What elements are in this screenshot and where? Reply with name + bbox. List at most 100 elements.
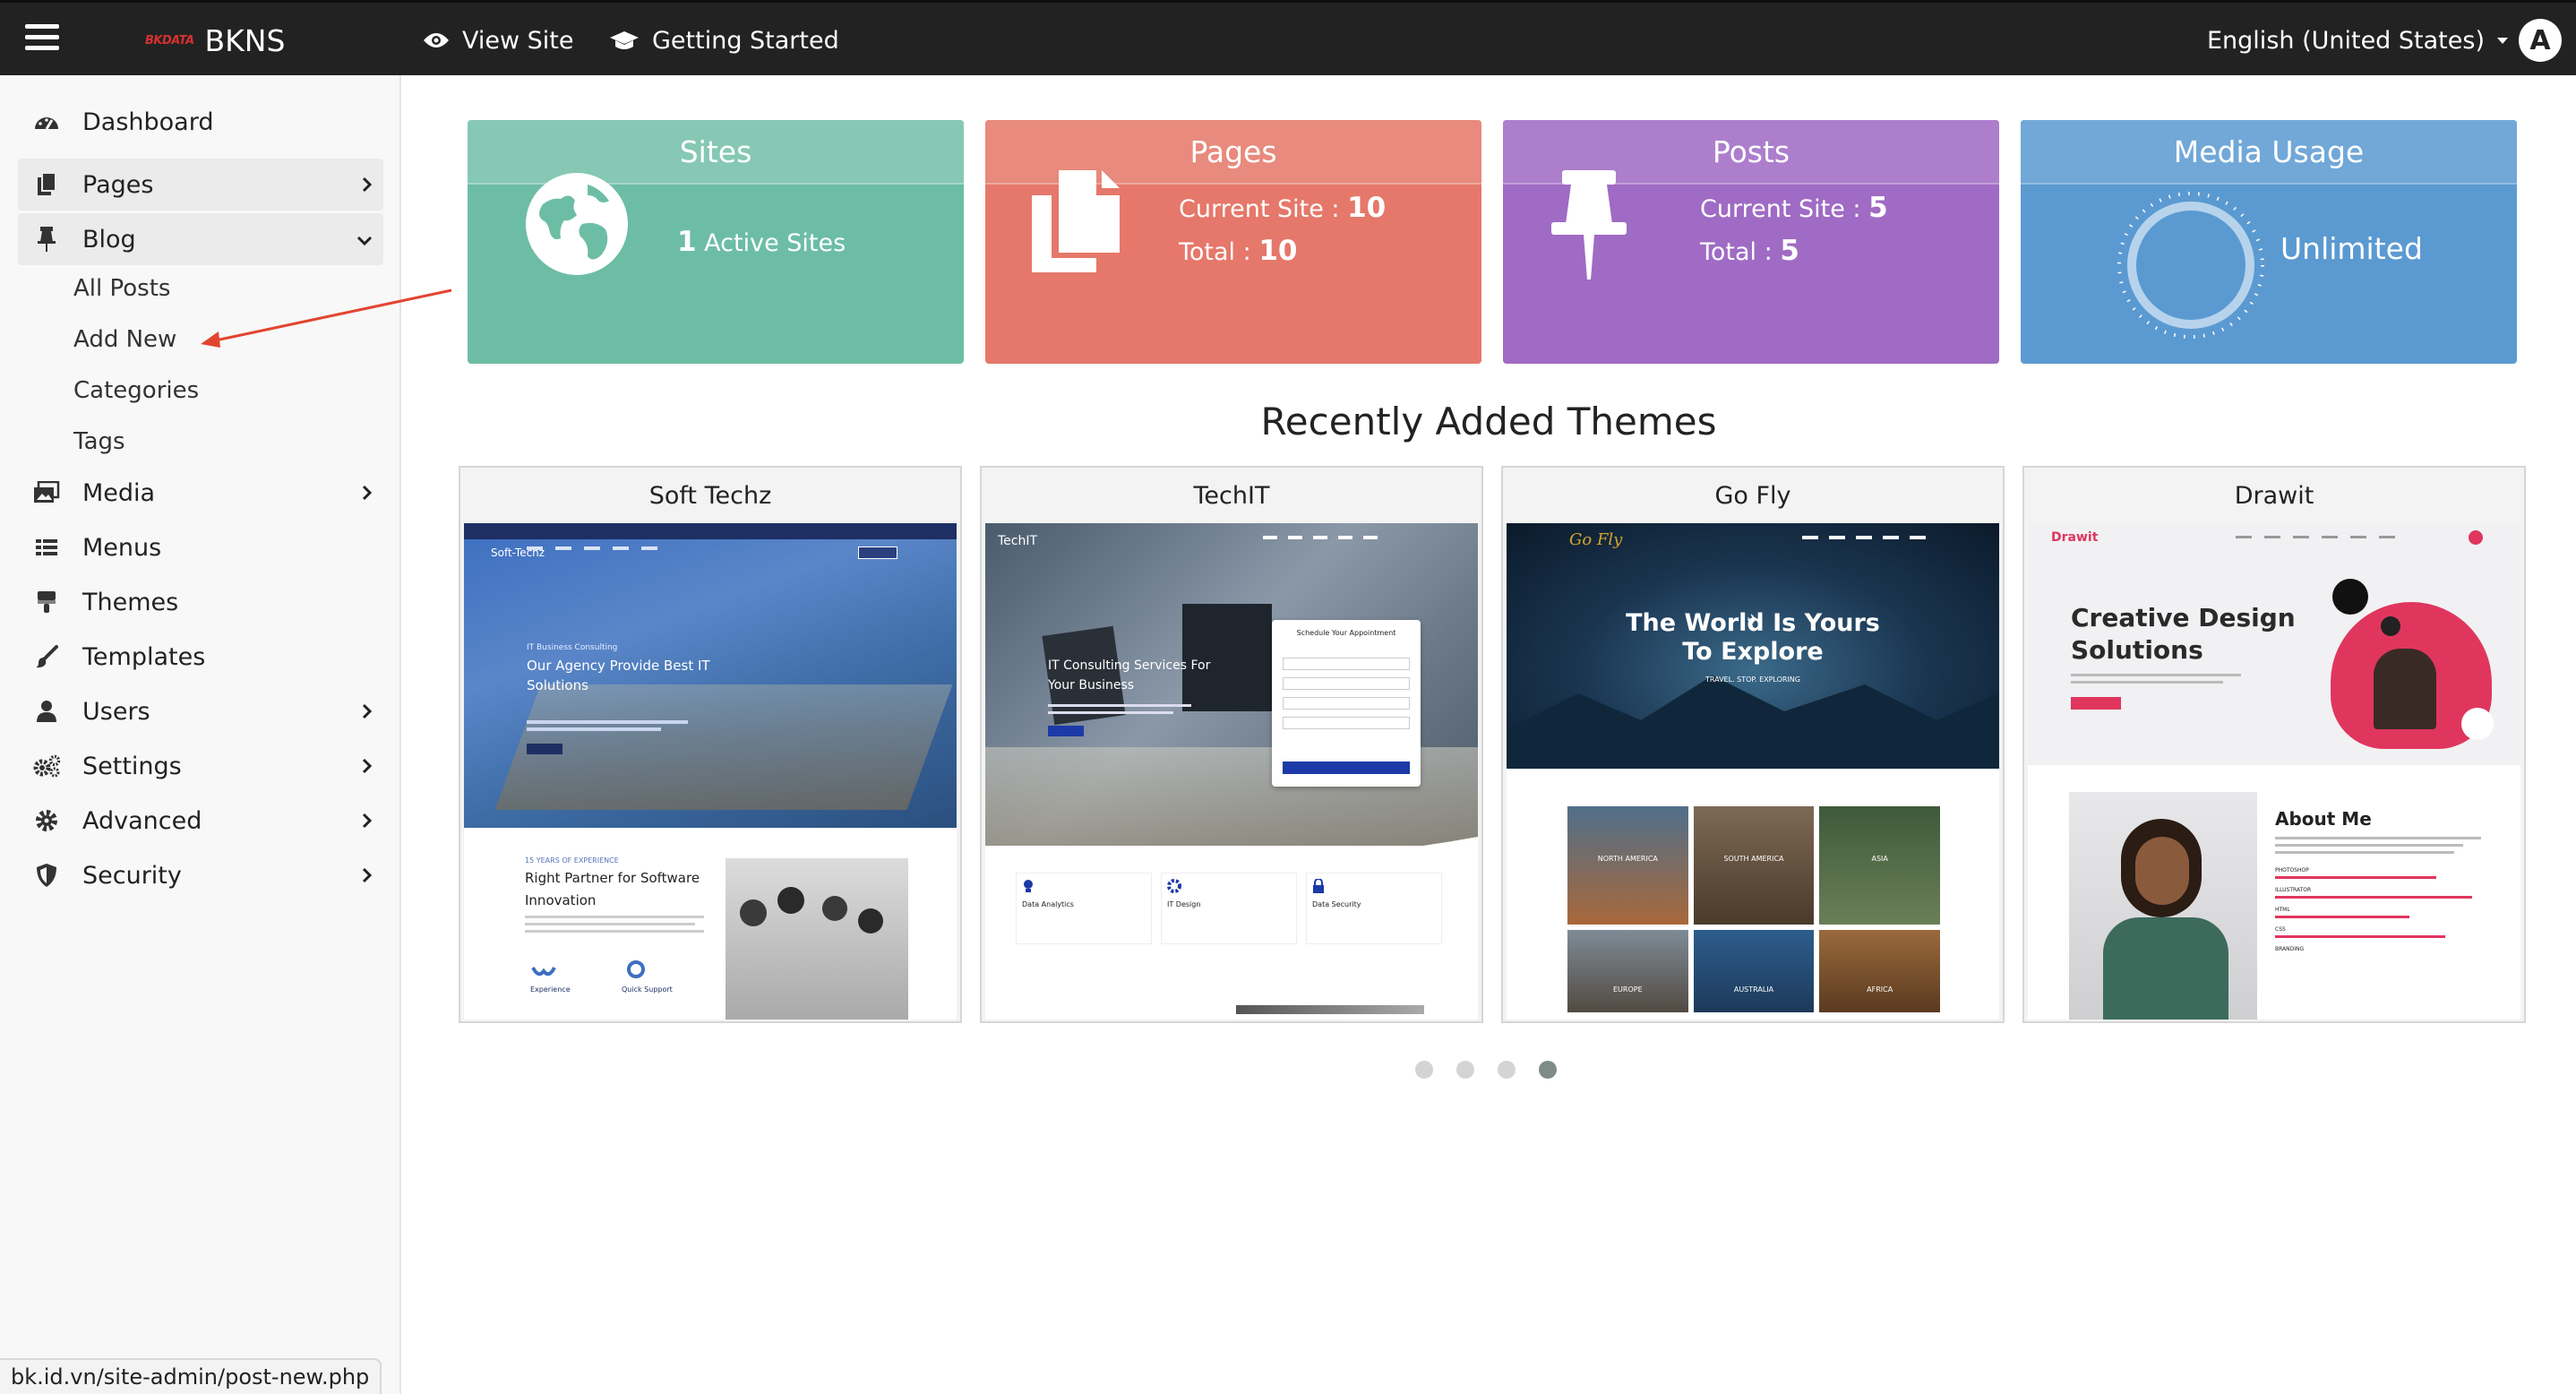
top-navbar: BKDATA BKNS View Site Getting Started En… xyxy=(0,0,2576,75)
sidebar-item-label: Themes xyxy=(82,588,179,616)
user-icon xyxy=(30,695,63,727)
sidebar-sub-all-posts[interactable]: All Posts xyxy=(73,269,170,308)
posts-total-label: Total : xyxy=(1700,238,1781,266)
theme-feature-2: Quick Support xyxy=(622,985,673,994)
pages-total-text: Total : 10 xyxy=(1179,235,1297,267)
view-site-link[interactable]: View Site xyxy=(423,21,574,60)
brush-icon xyxy=(30,641,63,673)
sidebar-item-templates[interactable]: Templates xyxy=(18,631,383,683)
carousel-dot-active[interactable] xyxy=(1539,1061,1557,1079)
sidebar-item-settings[interactable]: Settings xyxy=(18,740,383,792)
theme-feature-2: IT Design xyxy=(1167,900,1201,908)
theme-hero-text: IT Consulting Services For Your Business xyxy=(1048,658,1211,693)
sidebar-item-label: Media xyxy=(82,478,156,507)
shield-icon xyxy=(30,859,63,891)
sidebar-sub-categories[interactable]: Categories xyxy=(73,371,199,410)
user-avatar[interactable]: A xyxy=(2519,19,2562,62)
sidebar-item-dashboard[interactable]: Dashboard xyxy=(18,96,383,148)
sidebar-item-label: Users xyxy=(82,697,150,726)
theme-preview: Soft-Techz IT Business Consulting Our Ag… xyxy=(464,523,957,1020)
theme-card-soft-techz[interactable]: Soft Techz Soft-Techz IT Business Consul… xyxy=(459,466,962,1023)
pages-total-label: Total : xyxy=(1179,238,1259,266)
dashboard-icon xyxy=(30,106,63,138)
sidebar-item-pages[interactable]: Pages xyxy=(18,159,383,211)
theme-hero-text: Creative Design Solutions xyxy=(2071,603,2296,665)
sidebar-item-media[interactable]: Media xyxy=(18,467,383,519)
about-heading: About Me xyxy=(2275,808,2372,830)
sites-card[interactable]: Sites 1 Active Sites xyxy=(468,120,964,364)
language-dropdown[interactable]: English (United States) xyxy=(2207,21,2508,60)
place-label: AFRICA xyxy=(1867,985,1893,994)
theme-card-techit[interactable]: TechIT TechIT IT Consulting Services For… xyxy=(980,466,1483,1023)
theme-tag: IT Business Consulting xyxy=(527,643,618,652)
sidebar-item-label: Advanced xyxy=(82,806,202,835)
theme-logo: TechIT xyxy=(998,534,1038,548)
theme-title: TechIT xyxy=(1193,481,1270,510)
posts-card[interactable]: Posts Current Site : 5 Total : 5 xyxy=(1503,120,1999,364)
posts-current-text: Current Site : 5 xyxy=(1700,192,1888,224)
eye-icon xyxy=(424,33,449,47)
sidebar-item-label: Templates xyxy=(82,642,206,671)
appointment-form: Schedule Your Appointment xyxy=(1272,620,1421,787)
menu-list-icon xyxy=(30,531,63,564)
sidebar-sub-tags[interactable]: Tags xyxy=(73,422,125,461)
theme-preview: TechIT IT Consulting Services For Your B… xyxy=(985,523,1478,1020)
carousel-dot[interactable] xyxy=(1498,1061,1516,1079)
theme-hero-text: The World Is Yours To Explore xyxy=(1626,609,1880,666)
usage-gauge-icon xyxy=(2117,192,2264,339)
pin-icon xyxy=(30,223,63,255)
media-usage-card[interactable]: Media Usage Unlimited xyxy=(2021,120,2517,364)
posts-current-label: Current Site : xyxy=(1700,195,1869,223)
getting-started-link[interactable]: Getting Started xyxy=(609,21,839,60)
card-title: Media Usage xyxy=(2021,120,2517,185)
sidebar-item-menus[interactable]: Menus xyxy=(18,521,383,573)
theme-logo: Go Fly xyxy=(1569,530,1623,549)
chevron-right-icon xyxy=(362,176,373,193)
pages-card[interactable]: Pages Current Site : 10 Total : 10 xyxy=(985,120,1481,364)
theme-card-drawit[interactable]: Drawit Drawit Creative Design Solutions … xyxy=(2022,466,2526,1023)
theme-cta xyxy=(858,546,897,559)
theme-title: Soft Techz xyxy=(648,481,772,510)
globe-icon xyxy=(526,173,628,275)
carousel-dot[interactable] xyxy=(1415,1061,1433,1079)
copy-pages-icon xyxy=(1032,170,1120,272)
pages-current-label: Current Site : xyxy=(1179,195,1348,223)
skill-label: HTML xyxy=(2275,907,2290,913)
caret-down-icon xyxy=(2496,37,2508,44)
theme-feature-1: Experience xyxy=(530,985,571,994)
pages-current-value: 10 xyxy=(1347,192,1387,224)
gears-icon xyxy=(30,750,63,782)
sites-active-text: 1 Active Sites xyxy=(677,226,846,258)
handshake-icon xyxy=(531,967,556,977)
hamburger-menu-icon[interactable] xyxy=(25,24,59,55)
theme-hero-text: Our Agency Provide Best IT Solutions xyxy=(527,658,710,693)
chevron-right-icon xyxy=(362,703,373,719)
sidebar-item-label: Dashboard xyxy=(82,108,214,136)
gear-icon xyxy=(30,805,63,837)
media-icon xyxy=(30,477,63,509)
sidebar-item-blog[interactable]: Blog xyxy=(18,213,383,265)
sidebar-item-users[interactable]: Users xyxy=(18,685,383,737)
posts-total-value: 5 xyxy=(1780,235,1799,267)
skill-label: BRANDING xyxy=(2275,946,2305,952)
skill-label: CSS xyxy=(2275,926,2286,933)
theme-logo: Drawit xyxy=(2051,530,2099,545)
theme-title: Drawit xyxy=(2234,481,2314,510)
sidebar-item-security[interactable]: Security xyxy=(18,849,383,901)
sidebar-sub-add-new[interactable]: Add New xyxy=(73,320,176,359)
carousel-dot[interactable] xyxy=(1456,1061,1474,1079)
sidebar-item-advanced[interactable]: Advanced xyxy=(18,795,383,847)
pages-total-value: 10 xyxy=(1258,235,1298,267)
chevron-right-icon xyxy=(362,485,373,501)
theme-tag: TRAVEL. STOP. EXPLORING xyxy=(1704,675,1800,684)
brand-logo[interactable]: BKDATA BKNS xyxy=(145,21,285,60)
sidebar-item-themes[interactable]: Themes xyxy=(18,576,383,628)
annotation-arrow xyxy=(201,288,452,348)
place-label: EUROPE xyxy=(1613,985,1643,994)
sidebar-item-label: Blog xyxy=(82,225,136,254)
theme-card-go-fly[interactable]: Go Fly Go Fly ✈ The World Is Yours To Ex… xyxy=(1501,466,2005,1023)
sidebar-item-label: Security xyxy=(82,861,182,890)
gear-small-icon xyxy=(1167,879,1181,893)
support-icon xyxy=(627,960,645,978)
sidebar-item-label: Menus xyxy=(82,533,162,562)
